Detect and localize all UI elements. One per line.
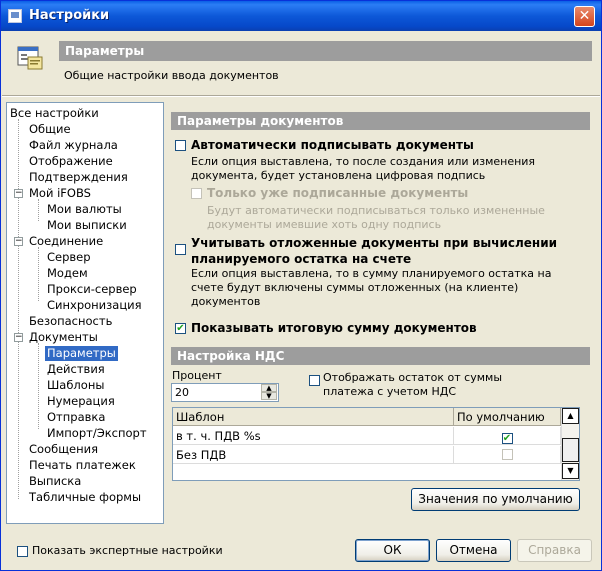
show-total-checkbox[interactable]: ✔ — [175, 323, 186, 334]
description-line: документы имевшие хоть одну подпись — [207, 218, 442, 231]
tree-connector — [18, 119, 19, 499]
tree-item-log-file[interactable]: Файл журнала — [29, 138, 118, 153]
app-icon — [8, 9, 22, 23]
tree-item-modem[interactable]: Модем — [47, 266, 88, 281]
tree-item-statement[interactable]: Выписка — [29, 474, 81, 489]
header-divider — [2, 95, 600, 97]
column-header-template[interactable]: Шаблон — [173, 408, 454, 426]
tree-item-sending[interactable]: Отправка — [47, 410, 105, 425]
page-header: Параметры Общие настройки ввода документ… — [2, 31, 600, 95]
percent-value[interactable]: 20 — [175, 386, 189, 399]
description-line: Если опция выставлена, то в сумму планир… — [191, 267, 552, 280]
window-title: Настройки — [29, 8, 110, 23]
scroll-thumb[interactable] — [562, 438, 579, 462]
tree-item-confirmations[interactable]: Подтверждения — [29, 170, 128, 185]
cancel-button[interactable]: Отмена — [436, 539, 511, 562]
show-total-label[interactable]: Показывать итоговую сумму документов — [191, 321, 477, 335]
tree-item-import-export[interactable]: Импорт/Экспорт — [47, 426, 147, 441]
tree-item-proxy-server[interactable]: Прокси-сервер — [47, 282, 137, 297]
label-line: Учитывать отложенные документы при вычис… — [191, 236, 558, 250]
tree-item-print-payments[interactable]: Печать платежек — [29, 458, 136, 473]
settings-document-icon — [17, 46, 43, 70]
tree-connector — [38, 199, 39, 221]
page-title: Параметры — [59, 41, 592, 61]
only-signed-description: Будут автоматически подписываться только… — [207, 204, 545, 232]
only-signed-label[interactable]: Только уже подписанные документы — [207, 186, 468, 200]
tree-item-connection[interactable]: Соединение — [29, 234, 103, 249]
table-row-default[interactable]: ✔ — [454, 427, 561, 445]
percent-spinner[interactable]: 20 ▲ ▼ — [171, 383, 279, 402]
tree-connector — [38, 247, 39, 301]
description-line: Будут автоматически подписываться только… — [207, 204, 545, 217]
scroll-up-icon[interactable]: ▲ — [562, 408, 579, 424]
deferred-docs-checkbox[interactable] — [175, 244, 186, 255]
close-button[interactable]: ✕ — [574, 6, 595, 27]
tree-item-general[interactable]: Общие — [29, 122, 71, 137]
tree-collapse-icon[interactable]: − — [14, 189, 23, 198]
tree-collapse-icon[interactable]: − — [14, 333, 23, 342]
tree-item-templates[interactable]: Шаблоны — [47, 378, 104, 393]
tree-item-my-ifobs[interactable]: Мой iFOBS — [29, 186, 91, 201]
description-line: счете будут включены суммы отложенных (н… — [191, 281, 519, 294]
description-line: документов — [191, 295, 261, 308]
settings-tree[interactable]: Все настройки Общие Файл журнала Отображ… — [6, 102, 164, 524]
tree-item-my-statements[interactable]: Мои выписки — [47, 218, 127, 233]
tree-item-security[interactable]: Безопасность — [29, 314, 112, 329]
spin-up-icon[interactable]: ▲ — [261, 384, 277, 392]
tree-item-table-forms[interactable]: Табличные формы — [29, 490, 141, 505]
percent-label: Процент — [172, 369, 222, 382]
expert-settings-checkbox[interactable] — [17, 546, 28, 557]
settings-dialog: Настройки ✕ Параметры Общие настройки вв… — [0, 0, 602, 571]
help-button[interactable]: Справка — [517, 539, 592, 562]
tree-item-my-currencies[interactable]: Мои валюты — [47, 202, 122, 217]
tree-connector — [38, 343, 39, 429]
deferred-docs-label[interactable]: Учитывать отложенные документы при вычис… — [191, 235, 557, 267]
tree-item-numbering[interactable]: Нумерация — [47, 394, 115, 409]
scroll-down-icon[interactable]: ▼ — [562, 463, 579, 479]
tree-item-server[interactable]: Сервер — [47, 250, 91, 265]
tree-item-sync[interactable]: Синхронизация — [47, 298, 142, 313]
table-scrollbar[interactable]: ▲ ▼ — [561, 408, 579, 480]
label-line: планируемого остатка на счете — [191, 252, 412, 266]
deferred-docs-description: Если опция выставлена, то в сумму планир… — [191, 267, 551, 309]
tree-item-all-settings[interactable]: Все настройки — [10, 106, 99, 121]
default-values-button[interactable]: Значения по умолчанию — [411, 488, 580, 511]
column-header-default[interactable]: По умолчанию — [454, 408, 561, 426]
tree-item-messages[interactable]: Сообщения — [29, 442, 98, 457]
section-title-vat: Настройка НДС — [171, 347, 590, 365]
auto-sign-description: Если опция выставлена, то после создания… — [191, 155, 535, 183]
only-signed-checkbox[interactable] — [191, 188, 202, 199]
description-line: документа, будет установлена цифровая по… — [191, 169, 486, 182]
spin-down-icon[interactable]: ▼ — [261, 392, 277, 400]
section-title-documents: Параметры документов — [171, 112, 590, 130]
description-line: Если опция выставлена, то после создания… — [191, 155, 536, 168]
auto-sign-label[interactable]: Автоматически подписывать документы — [191, 138, 474, 152]
table-row-template[interactable]: в т. ч. ПДВ %s — [173, 427, 454, 445]
table-row-default[interactable] — [454, 446, 561, 464]
default-checkbox[interactable] — [501, 449, 513, 460]
label-line: Отображать остаток от суммы — [323, 371, 503, 384]
vat-template-table[interactable]: Шаблон По умолчанию в т. ч. ПДВ %s ✔ Без… — [172, 407, 580, 481]
title-bar[interactable]: Настройки ✕ — [1, 1, 601, 31]
table-row-template[interactable]: Без ПДВ — [173, 446, 454, 464]
show-rest-vat-label[interactable]: Отображать остаток от суммы платежа с уч… — [323, 371, 502, 399]
tree-item-parameters[interactable]: Параметры — [45, 346, 118, 361]
tree-item-actions[interactable]: Действия — [47, 362, 105, 377]
tree-collapse-icon[interactable]: − — [14, 237, 23, 246]
tree-item-documents[interactable]: Документы — [29, 330, 98, 345]
expert-settings-label[interactable]: Показать экспертные настройки — [32, 544, 223, 557]
tree-item-display[interactable]: Отображение — [29, 154, 113, 169]
ok-button[interactable]: ОК — [355, 539, 430, 562]
label-line: платежа с учетом НДС — [323, 385, 457, 398]
auto-sign-checkbox[interactable] — [175, 140, 186, 151]
default-checkbox[interactable]: ✔ — [501, 433, 513, 444]
show-rest-vat-checkbox[interactable] — [309, 375, 320, 386]
page-description: Общие настройки ввода документов — [64, 69, 279, 82]
